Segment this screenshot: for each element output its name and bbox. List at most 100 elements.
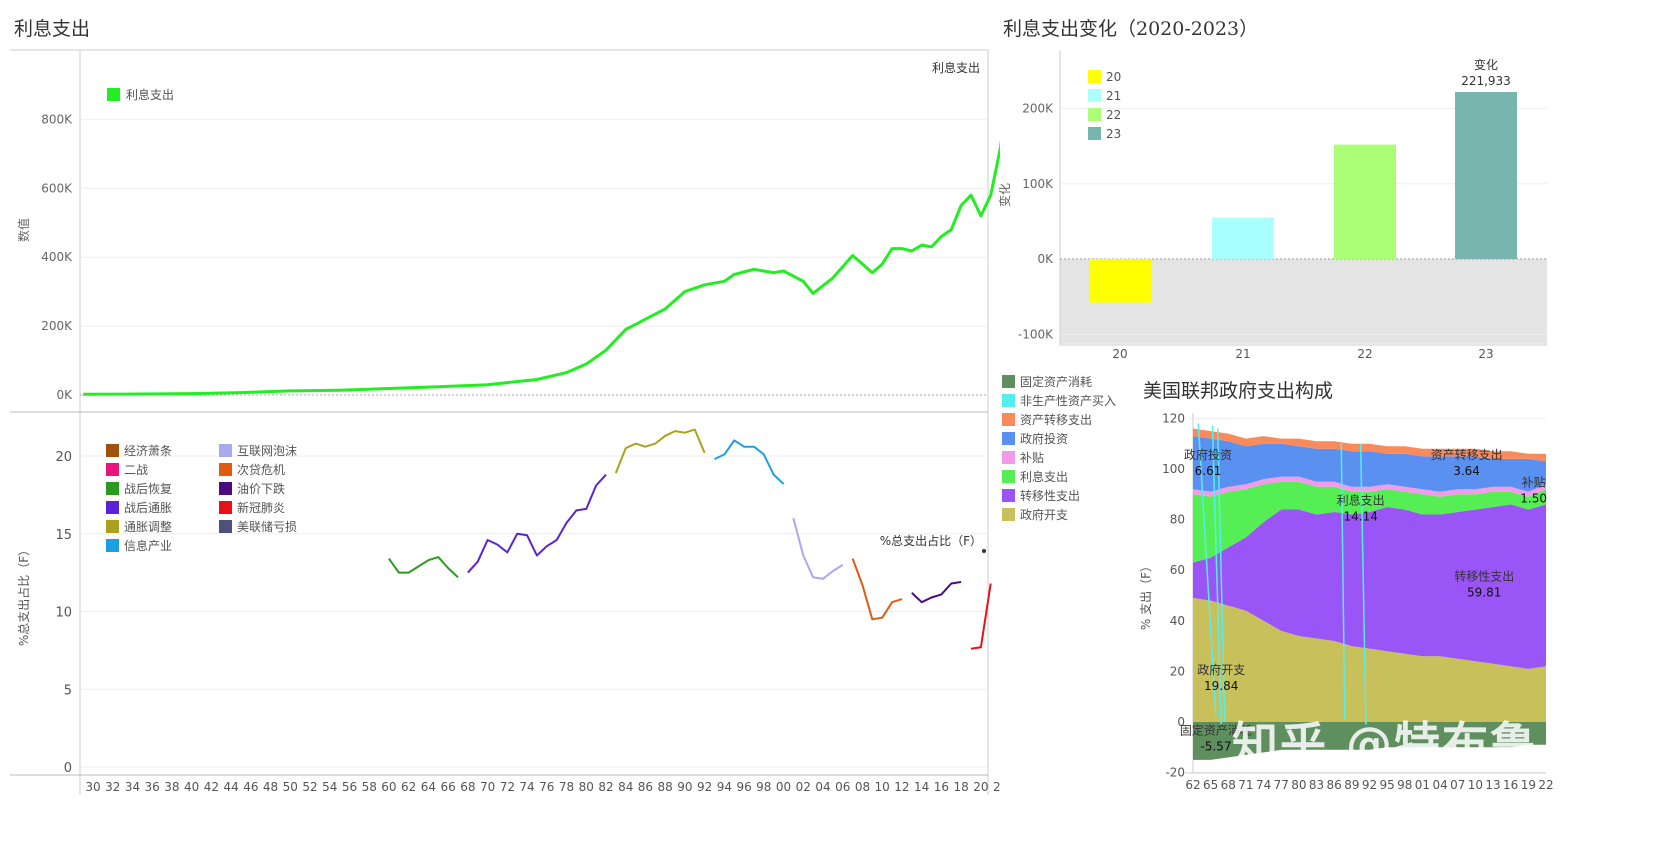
- x-tick-label: 72: [500, 780, 515, 794]
- annotation-title: 变化: [1474, 57, 1498, 72]
- legend-label: 新冠肺炎: [237, 500, 285, 515]
- x-tick-label: 54: [322, 780, 337, 794]
- legend-label: 22: [1106, 108, 1121, 122]
- x-tick-label: 38: [164, 780, 179, 794]
- x-tick-label: 42: [204, 780, 219, 794]
- x-tick-label: 10: [875, 780, 890, 794]
- y-tick-label: 800K: [41, 112, 73, 126]
- y-tick-label: 15: [55, 528, 72, 543]
- legend-swatch: [1002, 508, 1015, 521]
- x-tick-label: 22: [993, 780, 1000, 794]
- legend-item: 政府开支: [1002, 505, 1137, 524]
- legend-label: 互联网泡沫: [237, 444, 297, 458]
- area-label-value: 3.64: [1453, 464, 1480, 478]
- area-label-name: 政府开支: [1197, 662, 1245, 677]
- y-tick-label: 10: [55, 606, 72, 621]
- y-tick-label: -20: [1165, 766, 1185, 780]
- legend-swatch: [1088, 108, 1101, 121]
- area-label-value: 59.81: [1467, 585, 1501, 599]
- x-tick-label: 46: [243, 780, 258, 794]
- x-tick-label: 78: [559, 780, 574, 794]
- x-tick-label: 07: [1450, 778, 1465, 792]
- x-tick-label: 98: [1397, 778, 1412, 792]
- x-tick-label: 92: [697, 780, 712, 794]
- x-tick-label: 84: [618, 780, 633, 794]
- y-tick-label: 100K: [1022, 177, 1054, 191]
- x-tick-label: 56: [342, 780, 357, 794]
- y-tick-label: 100: [1162, 462, 1185, 476]
- x-tick-label: 64: [421, 780, 436, 794]
- legend-item: 资产转移支出: [1002, 410, 1137, 429]
- legend-swatch: [106, 463, 119, 476]
- legend-swatch: [219, 463, 232, 476]
- x-tick-label: 71: [1238, 778, 1253, 792]
- legend-swatch: [106, 539, 119, 552]
- x-tick-label: 10: [1468, 778, 1483, 792]
- legend-swatch: [219, 520, 232, 533]
- y-tick-label: 120: [1162, 411, 1185, 425]
- legend-swatch: [219, 482, 232, 495]
- legend-label: 二战: [124, 463, 148, 477]
- legend-swatch: [219, 501, 232, 514]
- x-tick-label: 19: [1521, 778, 1536, 792]
- legend-swatch: [1002, 432, 1015, 445]
- x-tick-label: 34: [125, 780, 140, 794]
- era-line-油价下跌: [911, 581, 962, 604]
- x-tick-label: 06: [835, 780, 850, 794]
- end-label: 利息支出: [932, 60, 980, 75]
- legend-swatch: [1088, 70, 1101, 83]
- area-label-name: 补贴: [1522, 476, 1546, 490]
- legend-swatch: [1002, 413, 1015, 426]
- legend-swatch: [219, 444, 232, 457]
- y-tick-label: 600K: [41, 181, 73, 195]
- x-tick-label: 68: [1221, 778, 1236, 792]
- legend-item: 利息支出: [1002, 467, 1137, 486]
- legend-label: 信息产业: [124, 538, 172, 553]
- legend-swatch: [106, 520, 119, 533]
- x-tick-label: 86: [1327, 778, 1342, 792]
- x-tick-label: 68: [460, 780, 475, 794]
- change-chart-title: 利息支出变化（2020-2023）: [1003, 18, 1259, 40]
- x-tick-label: 40: [184, 780, 199, 794]
- bar-22: [1334, 144, 1396, 259]
- y-tick-label: 0K: [56, 388, 73, 402]
- x-tick-label: 88: [658, 780, 673, 794]
- area-label-name: 政府投资: [1184, 447, 1232, 462]
- x-tick-label: 89: [1344, 778, 1359, 792]
- x-tick-label: 23: [1478, 347, 1493, 361]
- legend-swatch: [106, 444, 119, 457]
- x-tick-label: 22: [1357, 347, 1372, 361]
- x-tick-label: 13: [1485, 778, 1500, 792]
- x-tick-label: 92: [1362, 778, 1377, 792]
- x-tick-label: 80: [1291, 778, 1306, 792]
- end-marker: [982, 549, 986, 553]
- x-tick-label: 02: [796, 780, 811, 794]
- x-tick-label: 65: [1203, 778, 1218, 792]
- legend-swatch: [1002, 489, 1015, 502]
- x-tick-label: 74: [1256, 778, 1271, 792]
- legend-label: 通胀调整: [124, 519, 172, 534]
- legend-label: 非生产性资产买入: [1020, 394, 1117, 408]
- area-label-name: 固定资产消耗: [1180, 723, 1252, 738]
- x-tick-label: 76: [539, 780, 554, 794]
- x-tick-label: 16: [934, 780, 949, 794]
- legend-item: 政府投资: [1002, 429, 1137, 448]
- legend-label: 资产转移支出: [1020, 413, 1093, 427]
- area-label-name: 转移性支出: [1454, 568, 1514, 583]
- y-axis-label: 变化: [997, 183, 1012, 207]
- x-tick-label: 82: [598, 780, 613, 794]
- area-label-value: 6.61: [1195, 464, 1222, 478]
- x-tick-label: 90: [677, 780, 692, 794]
- x-tick-label: 20: [1112, 347, 1127, 361]
- y-tick-label: 40: [1170, 614, 1185, 628]
- legend-label: 利息支出: [126, 87, 174, 102]
- end-label: %总支出占比（F）: [880, 533, 982, 548]
- x-tick-label: 94: [717, 780, 732, 794]
- x-tick-label: 08: [855, 780, 870, 794]
- era-line-战后通胀: [467, 474, 607, 574]
- area-label-value: 19.84: [1204, 679, 1238, 693]
- legend-swatch: [1002, 470, 1015, 483]
- y-tick-label: -100K: [1018, 327, 1054, 341]
- x-tick-label: 00: [776, 780, 791, 794]
- x-tick-label: 74: [519, 780, 534, 794]
